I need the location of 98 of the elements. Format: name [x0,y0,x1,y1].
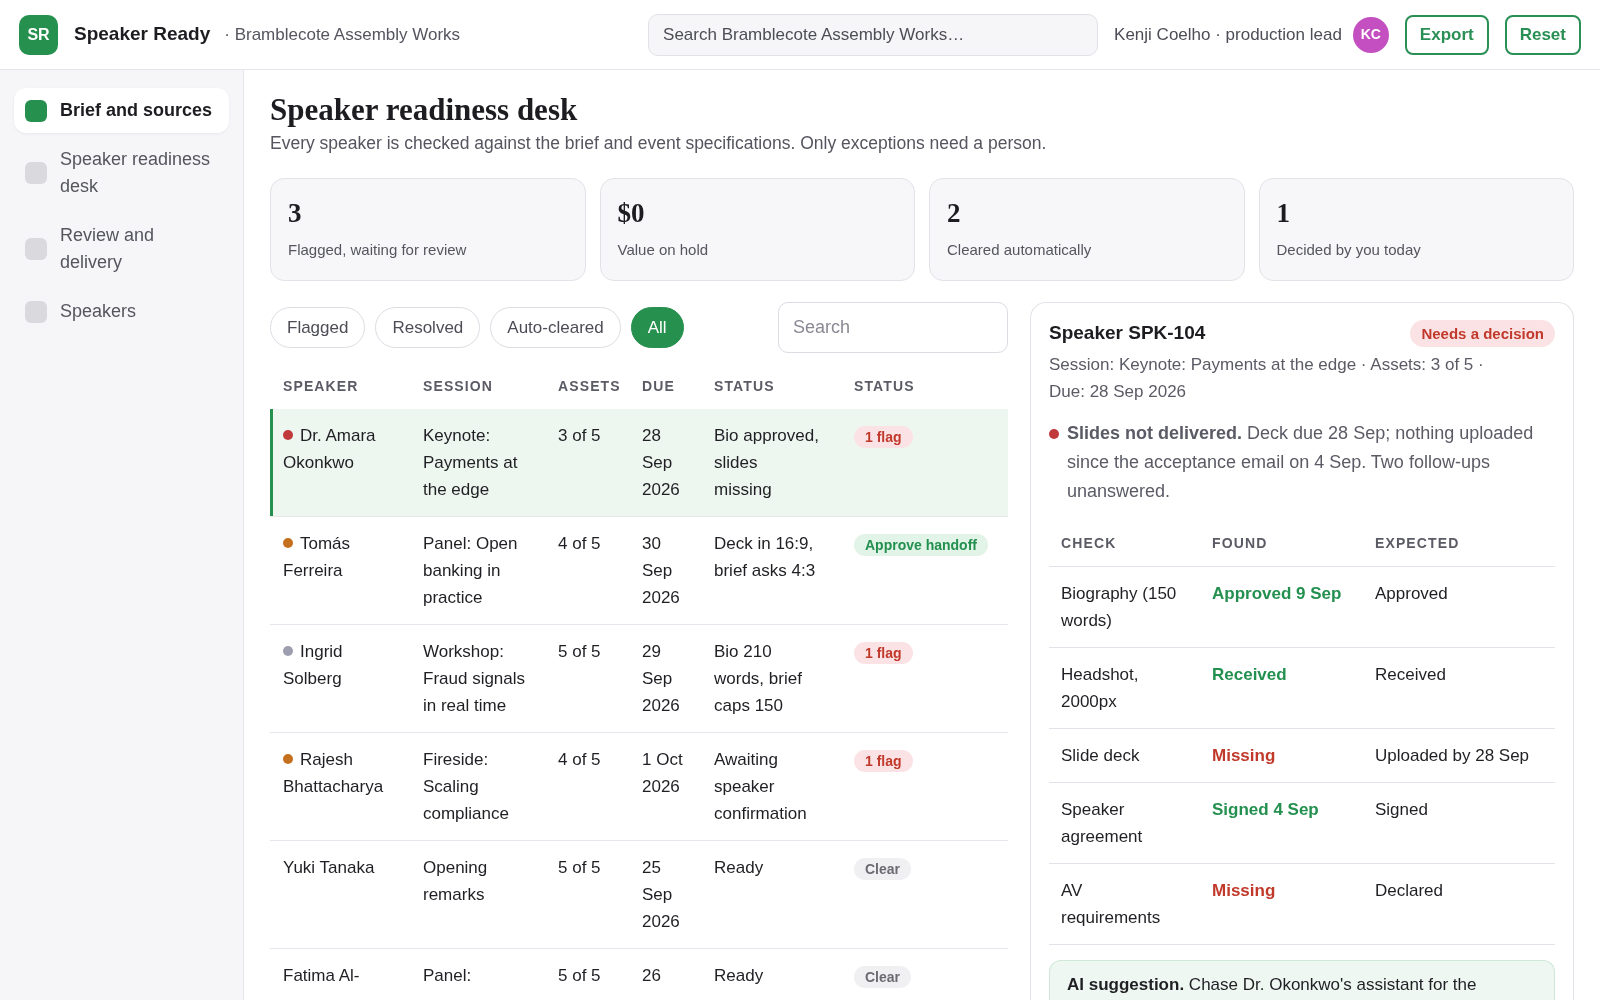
table-cell-text: Workshop: Fraud signals in real time [422,641,527,717]
user-avatar[interactable]: KC [1352,16,1389,53]
table-cell-text: Opening remarks [422,857,489,906]
reset-button[interactable]: Reset [1504,14,1581,55]
sidebar-item[interactable]: Review and delivery [14,213,229,285]
table-cell-text: 30 Sep 2026 [641,533,681,609]
column-header: EXPECTED [1375,534,1460,553]
status-badge: 1 flag [854,426,913,448]
suggestion-callout: AI suggestion. Chase Dr. Okonkwo's assistant for the [1049,960,1555,1000]
status-badge: Clear [854,858,912,880]
status-badge: Approve handoff [854,534,988,556]
table-row[interactable]: Rajesh Bhattacharya Fireside: Scaling compliance 4 of 5 1 Oct 2026 Awaiting speaker confirmation 1 flag [270,733,1008,841]
table-cell-text: Missing [1211,745,1277,767]
sidebar-item[interactable]: Brief and sources [14,88,229,133]
speaker-name: Dr. Amara Okonkwo [283,426,376,472]
speaker-name: Yuki Tanaka [283,858,375,877]
stat-value: 1 [1276,197,1290,229]
table-row[interactable]: Tomás Ferreira Panel: Open banking in practice 4 of 5 30 Sep 2026 Deck in 16:9, brief asks 4:3 Approve handoff [270,517,1008,625]
table-row[interactable]: Yuki Tanaka Opening remarks 5 of 5 25 Sep 2026 Ready Clear [270,841,1008,949]
table-cell-text: Keynote: Payments at the edge [422,425,519,501]
filter-chip[interactable]: Flagged [270,307,366,348]
table-cell-text: Ready [713,857,765,879]
stat-value: 2 [947,197,961,229]
table-cell-text: 29 Sep 2026 [641,641,681,717]
user-name: Kenji Coelho · production lead [1114,23,1342,46]
table-cell-text: Received [1211,664,1288,686]
table-cell-text: Bio approved, slides missing [713,425,820,501]
table-cell-text: Approved [1374,583,1449,605]
column-header: ASSETS [557,377,621,396]
table-row[interactable]: Dr. Amara Okonkwo Keynote: Payments at the edge 3 of 5 28 Sep 2026 Bio approved, slides missing 1 flag [270,409,1008,517]
app-logo: SR [19,14,58,55]
speaker-name: Tomás Ferreira [283,534,351,580]
table-cell-text: Signed 4 Sep [1211,799,1320,821]
speaker-name: Ingrid Solberg [283,642,343,688]
column-header: DUE [641,377,675,396]
table-cell-text: Deck in 16:9, brief asks 4:3 [713,533,817,582]
table-cell-text: 28 Sep 2026 [641,425,681,501]
table-cell-text: AV requirements [1060,880,1162,929]
filter-chip[interactable]: Auto-cleared [490,307,621,348]
table-cell-text: Approved 9 Sep [1211,583,1343,605]
table-cell-text: Ready [713,965,765,987]
table-cell-text: 25 Sep 2026 [641,857,681,933]
table-cell-text: Declared [1374,880,1445,902]
stat-label: Value on hold [617,240,709,260]
table-cell-text: Slide deck [1060,745,1141,767]
column-header: STATUS [853,377,915,396]
table-cell-text: 1 Oct 2026 [641,749,684,798]
table-cell-text: Received [1374,664,1447,686]
column-header: CHECK [1061,534,1117,553]
speaker-name: Fatima Al- [283,966,360,985]
table-cell-text: Panel: Open banking in practice [422,533,519,609]
table-cell-text: 26 [641,965,662,987]
sidebar-item[interactable]: Speakers [14,289,229,334]
table-cell-text: Uploaded by 28 Sep [1374,745,1531,767]
table-cell-text: 3 of 5 [557,425,602,447]
panel-title: Speaker SPK-104 [1049,321,1206,345]
table-row[interactable]: Fatima Al- Panel: 5 of 5 26 Ready Clear [270,949,1008,1000]
stat-label: Cleared automatically [947,240,1092,260]
table-cell-text: Panel: [422,965,473,987]
table-cell-text: Missing [1211,880,1277,902]
status-badge: 1 flag [854,642,913,664]
column-header: FOUND [1212,534,1268,553]
stat-label: Flagged, waiting for review [288,240,467,260]
table-cell-text: Biography (150 words) [1060,583,1178,632]
stat-value: $0 [617,197,645,229]
workspace-name: · Bramblecote Assembly Works [224,23,461,46]
table-cell-text: 5 of 5 [557,857,602,879]
table-cell-text: Fireside: Scaling compliance [422,749,510,825]
status-badge: Clear [854,966,912,988]
table-cell-text: 4 of 5 [557,533,602,555]
page-subtitle: Every speaker is checked against the brief and event specifications. Only exceptions need a person. [270,132,1047,155]
table-cell-text: 5 of 5 [557,641,602,663]
table-cell-text: Speaker agreement [1060,799,1144,848]
table-cell-text: Bio 210 words, brief caps 150 [713,641,803,717]
stat-value: 3 [288,197,302,229]
issue-description: Slides not delivered. Deck due 28 Sep; nothing uploaded since the acceptance email on 4 Sep. Two follow-ups unanswered. [1067,422,1535,503]
table-cell-text: Signed [1374,799,1429,821]
search-field[interactable]: Search Bramblecote Assembly Works… [648,13,1099,56]
filter-chip[interactable]: All [630,307,684,348]
table-cell-text: 5 of 5 [557,965,602,987]
table-cell-text: 4 of 5 [557,749,602,771]
column-header: SESSION [422,377,494,396]
app-name: Speaker Ready [74,22,211,47]
page-title: Speaker readiness desk [270,92,578,128]
sidebar-item[interactable]: Speaker readiness desk [14,137,229,209]
status-badge: Needs a decision [1410,319,1555,347]
status-badge: 1 flag [854,750,913,772]
column-header: SPEAKER [282,377,359,396]
search-field[interactable]: Search [778,302,1008,353]
column-header: STATUS [713,377,775,396]
stat-label: Decided by you today [1276,240,1421,260]
export-button[interactable]: Export [1404,14,1489,55]
filter-chip[interactable]: Resolved [375,307,481,348]
table-cell-text: Headshot, 2000px [1060,664,1140,713]
speaker-name: Rajesh Bhattacharya [283,750,384,796]
table-row[interactable]: Ingrid Solberg Workshop: Fraud signals in real time 5 of 5 29 Sep 2026 Bio 210 words, brief caps 150 1 flag [270,625,1008,733]
session-details: Session: Keynote: Payments at the edge · Assets: 3 of 5 · Due: 28 Sep 2026 [1049,354,1485,403]
table-cell-text: Awaiting speaker confirmation [713,749,808,825]
